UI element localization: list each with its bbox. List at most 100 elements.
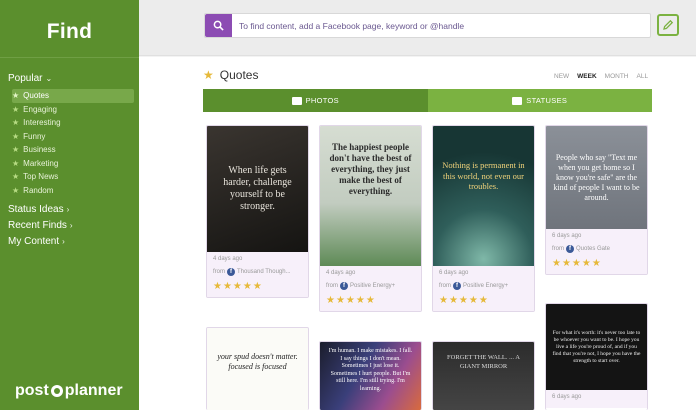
sidebar-section-popular[interactable]: Popular ⌄ — [8, 73, 52, 84]
sidebar-item-marketing[interactable]: ★ Marketing — [12, 157, 134, 171]
post-date: 6 days ago — [439, 270, 469, 276]
top-bar — [139, 0, 696, 56]
rating-stars[interactable]: ★★★★★ — [213, 281, 302, 292]
period-new[interactable]: NEW — [554, 73, 569, 80]
quote-image[interactable]: The happiest people don't have the best … — [320, 126, 421, 266]
logo-text-right: planner — [64, 382, 123, 399]
card-meta: 6 days ago from f Quotes Gate ★★★★★ — [546, 229, 647, 274]
sidebar-item-label: Top News — [23, 172, 59, 182]
page-title: Quotes — [219, 68, 259, 82]
status-ideas-label: Status Ideas — [8, 204, 64, 215]
sidebar-section-status-ideas[interactable]: Status Ideas › — [8, 204, 69, 215]
chevron-right-icon: › — [69, 221, 73, 230]
source-name[interactable]: Positive Energy+ — [350, 283, 395, 289]
recent-finds-label: Recent Finds — [8, 220, 67, 231]
source-name[interactable]: Quotes Gate — [576, 246, 610, 252]
tab-photos[interactable]: PHOTOS — [203, 89, 428, 112]
sidebar-divider — [0, 57, 139, 58]
post-date: 4 days ago — [213, 256, 243, 262]
photo-icon — [291, 96, 302, 105]
sidebar-item-interesting[interactable]: ★ Interesting — [12, 116, 134, 130]
card-meta: 4 days ago from f Thousand Though... ★★★★★ — [207, 252, 308, 297]
search-icon — [213, 20, 224, 31]
sidebar-item-business[interactable]: ★ Business — [12, 143, 134, 157]
quote-card[interactable]: I'm human. I make mistakes. I fall. I sa… — [319, 341, 422, 410]
facebook-icon: f — [227, 268, 235, 276]
rating-stars[interactable]: ★★★★★ — [326, 295, 415, 306]
quote-card[interactable]: For what it's worth: it's never too late… — [545, 303, 648, 410]
quote-text: Nothing is permanent in this world, not … — [442, 160, 525, 191]
star-icon: ★ — [12, 91, 20, 101]
quote-text: People who say "Text me when you get hom… — [553, 152, 640, 202]
quote-card[interactable]: FORGET THE WALL. ... A GIANT MIRROR — [432, 341, 535, 410]
tab-statuses-label: STATUSES — [526, 96, 568, 105]
sidebar-section-recent-finds[interactable]: Recent Finds › — [8, 220, 73, 231]
quote-card[interactable]: When life gets harder, challenge yoursel… — [206, 125, 309, 298]
tab-statuses[interactable]: STATUSES — [427, 89, 652, 112]
sidebar-item-quotes[interactable]: ★ Quotes — [12, 89, 134, 103]
star-icon: ★ — [12, 145, 20, 155]
period-week[interactable]: WEEK — [577, 73, 597, 80]
search-button[interactable] — [205, 14, 232, 37]
location-pin-icon — [50, 385, 63, 397]
source-name[interactable]: Thousand Though... — [237, 269, 291, 275]
quote-image[interactable]: FORGET THE WALL. ... A GIANT MIRROR — [433, 342, 534, 410]
quote-text: The happiest people don't have the best … — [329, 142, 412, 196]
my-content-label: My Content — [8, 236, 60, 247]
quote-card[interactable]: Nothing is permanent in this world, not … — [432, 125, 535, 312]
popular-list: ★ Quotes ★ Engaging ★ Interesting ★ Funny ★ B… — [12, 89, 134, 197]
compose-button[interactable] — [657, 14, 679, 36]
card-meta: 6 days ago — [546, 390, 647, 408]
star-icon: ★ — [12, 158, 20, 168]
star-icon: ★ — [12, 131, 20, 141]
star-icon: ★ — [12, 185, 20, 195]
main-content: ★ Quotes NEW WEEK MONTH ALL PHOTOS STATU… — [139, 57, 696, 410]
sidebar-item-label: Engaging — [23, 104, 57, 114]
chevron-right-icon: › — [66, 205, 70, 214]
post-source: from f Positive Energy+ — [326, 282, 415, 290]
quote-card[interactable]: your spud doesn't matter. focused is foc… — [206, 327, 309, 410]
facebook-icon: f — [340, 282, 348, 290]
quote-card[interactable]: The happiest people don't have the best … — [319, 125, 422, 312]
sidebar-item-label: Marketing — [23, 158, 59, 168]
quote-image[interactable]: People who say "Text me when you get hom… — [546, 126, 647, 229]
quote-text: When life gets harder, challenge yoursel… — [223, 165, 292, 212]
post-source: from f Positive Energy+ — [439, 282, 528, 290]
quote-text: FORGET THE WALL. ... A GIANT MIRROR — [447, 354, 520, 370]
post-source: from f Thousand Though... — [213, 268, 302, 276]
quote-image[interactable]: When life gets harder, challenge yoursel… — [207, 126, 308, 252]
quote-text: your spud doesn't matter. focused is foc… — [217, 352, 298, 371]
post-source: from f Quotes Gate — [552, 245, 641, 253]
search-input[interactable] — [232, 14, 650, 37]
popular-label: Popular — [8, 73, 43, 84]
rating-stars[interactable]: ★★★★★ — [552, 258, 641, 269]
sidebar-item-engaging[interactable]: ★ Engaging — [12, 103, 134, 117]
period-month[interactable]: MONTH — [605, 73, 629, 80]
quote-image[interactable]: Nothing is permanent in this world, not … — [433, 126, 534, 266]
rating-stars[interactable]: ★★★★★ — [439, 295, 528, 306]
period-filter: NEW WEEK MONTH ALL — [554, 73, 648, 80]
sidebar-item-label: Funny — [23, 131, 46, 141]
quote-image[interactable]: For what it's worth: it's never too late… — [546, 304, 647, 390]
search-box — [204, 13, 651, 38]
quote-image[interactable]: your spud doesn't matter. focused is foc… — [207, 328, 308, 410]
sidebar-section-my-content[interactable]: My Content › — [8, 236, 65, 247]
source-name[interactable]: Positive Energy+ — [463, 283, 508, 289]
sidebar-item-top-news[interactable]: ★ Top News — [12, 170, 134, 184]
quote-text: I'm human. I make mistakes. I fall. I sa… — [328, 348, 413, 392]
star-icon: ★ — [203, 68, 214, 82]
quote-text: For what it's worth: it's never too late… — [552, 329, 641, 364]
chevron-right-icon: › — [62, 237, 65, 246]
sidebar-title: Find — [46, 20, 93, 43]
sidebar-item-random[interactable]: ★ Random — [12, 184, 134, 198]
post-date: 6 days ago — [552, 233, 582, 239]
quote-image[interactable]: I'm human. I make mistakes. I fall. I sa… — [320, 342, 421, 410]
tab-photos-label: PHOTOS — [305, 96, 339, 105]
facebook-icon: f — [566, 245, 574, 253]
quote-card[interactable]: People who say "Text me when you get hom… — [545, 125, 648, 275]
from-label: from — [439, 283, 451, 289]
period-all[interactable]: ALL — [637, 73, 649, 80]
sidebar-item-funny[interactable]: ★ Funny — [12, 130, 134, 144]
sidebar-item-label: Random — [23, 185, 54, 195]
facebook-icon: f — [453, 282, 461, 290]
